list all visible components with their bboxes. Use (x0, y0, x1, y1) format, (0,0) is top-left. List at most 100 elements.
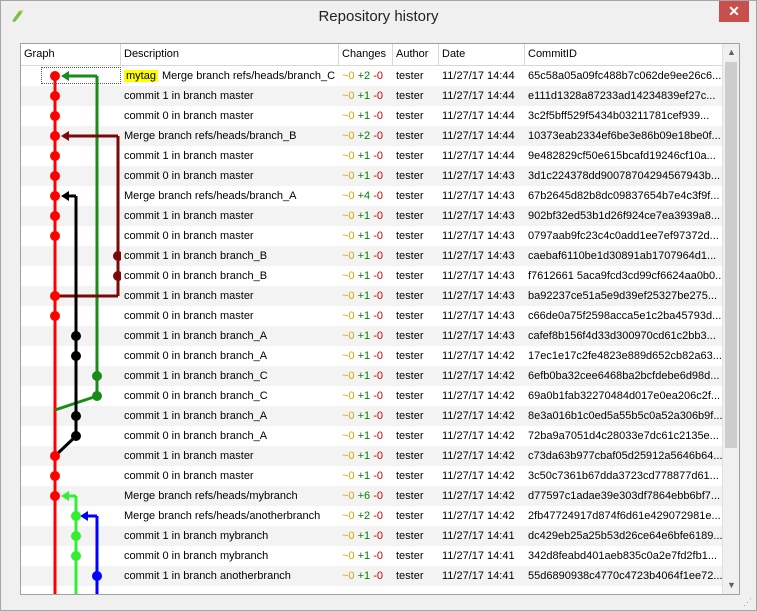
close-button[interactable]: ✕ (719, 1, 749, 22)
description-cell: commit 0 in branch master (121, 306, 339, 326)
table-row[interactable]: commit 0 in branch branch_A ~0 +1 -0 teste… (21, 346, 722, 366)
column-header-commitid[interactable]: CommitID (525, 44, 722, 65)
table-row[interactable]: commit 1 in branch master ~0 +1 -0 tester 1… (21, 146, 722, 166)
commit-node[interactable] (92, 391, 102, 401)
description-text: Merge branch refs/heads/anotherbranch (124, 510, 321, 522)
commit-id-cell: 9e482829cf50e615bcafd19246cf10a... (528, 150, 716, 162)
commit-node[interactable] (71, 551, 81, 561)
table-row[interactable]: commit 1 in branch anotherbranch ~0 +1 -0… (21, 566, 722, 586)
table-row[interactable]: commit 1 in branch branch_C ~0 +1 -0 teste… (21, 366, 722, 386)
column-header-description[interactable]: Description (121, 44, 339, 65)
commit-node[interactable] (71, 351, 81, 361)
table-row[interactable]: commit 0 in branch branch_A ~0 +1 -0 teste… (21, 426, 722, 446)
scroll-down-arrow-icon[interactable]: ▼ (723, 577, 739, 594)
added-count: +1 (357, 270, 371, 282)
description-cell: Merge branch refs/heads/mybranch (121, 486, 339, 506)
column-header-graph[interactable]: Graph (21, 44, 121, 65)
modified-count: ~0 (342, 190, 355, 202)
modified-count: ~0 (342, 490, 355, 502)
table-row[interactable]: commit 0 in branch master ~0 +1 -0 tester 1… (21, 466, 722, 486)
table-row[interactable]: Merge branch refs/heads/mybranch ~0 +6 -0… (21, 486, 722, 506)
window-title: Repository history (318, 8, 439, 25)
table-row[interactable]: commit 1 in branch master ~0 +1 -0 tester 1… (21, 206, 722, 226)
table-row[interactable]: commit 0 in branch branch_C ~0 +1 -0 teste… (21, 386, 722, 406)
table-row[interactable]: commit 1 in branch master ~0 +1 -0 tester 1… (21, 86, 722, 106)
changes-cell: ~0 +1 -0 (339, 266, 393, 286)
commit-node[interactable] (50, 471, 60, 481)
description-text: commit 1 in branch master (124, 90, 254, 102)
date-cell: 11/27/17 14:43 (442, 310, 515, 322)
table-row[interactable]: commit 0 in branch master ~0 +1 -0 tester 1… (21, 226, 722, 246)
date-cell: 11/27/17 14:42 (442, 430, 515, 442)
table-row[interactable]: Merge branch refs/heads/branch_B ~0 +2 -0… (21, 126, 722, 146)
table-row[interactable]: commit 1 in branch branch_A ~0 +1 -0 teste… (21, 326, 722, 346)
deleted-count: -0 (373, 270, 383, 282)
commit-id-cell: f7612661 5aca9fcd3cd99cf6624aa0b0... (528, 270, 722, 282)
deleted-count: -0 (373, 370, 383, 382)
commit-node[interactable] (71, 531, 81, 541)
changes-cell: ~0 +2 -0 (339, 506, 393, 526)
column-header-changes[interactable]: Changes (339, 44, 393, 65)
commit-node[interactable] (92, 371, 102, 381)
commit-node[interactable] (71, 411, 81, 421)
table-row[interactable]: commit 1 in branch branch_B ~0 +1 -0 teste… (21, 246, 722, 266)
table-row[interactable]: commit 0 in branch master ~0 +1 -0 tester 1… (21, 306, 722, 326)
commit-node[interactable] (50, 451, 60, 461)
date-cell: 11/27/17 14:43 (442, 270, 515, 282)
description-text: commit 0 in branch master (124, 470, 254, 482)
table-row[interactable]: Merge branch refs/heads/branch_A ~0 +4 -0… (21, 186, 722, 206)
author-cell: tester (396, 330, 424, 342)
commit-node[interactable] (50, 91, 60, 101)
table-row[interactable]: mytag Merge branch refs/heads/branch_C ~0 … (21, 66, 722, 86)
table-row[interactable]: commit 0 in branch master ~0 +1 -0 tester 1… (21, 166, 722, 186)
commit-node[interactable] (71, 511, 81, 521)
commit-node[interactable] (50, 151, 60, 161)
commit-node[interactable] (50, 291, 60, 301)
table-row[interactable]: commit 1 in branch mybranch ~0 +1 -0 teste… (21, 526, 722, 546)
commit-node[interactable] (71, 331, 81, 341)
resize-grip-icon[interactable]: ⋰ (743, 597, 753, 607)
author-cell: tester (396, 210, 424, 222)
commit-node[interactable] (50, 211, 60, 221)
column-header-author[interactable]: Author (393, 44, 439, 65)
commit-id-cell: 0797aab9fc23c4c0add1ee7ef97372d... (528, 230, 719, 242)
table-row[interactable]: commit 1 in branch master ~0 +1 -0 tester 1… (21, 286, 722, 306)
description-cell: commit 0 in branch master (121, 166, 339, 186)
table-row[interactable]: commit 0 in branch master ~0 +1 -0 tester 1… (21, 106, 722, 126)
table-row[interactable]: Merge branch refs/heads/anotherbranch ~0 … (21, 506, 722, 526)
commit-node[interactable] (113, 251, 121, 261)
commit-node[interactable] (50, 191, 60, 201)
column-header-date[interactable]: Date (439, 44, 525, 65)
table-row[interactable]: commit 0 in branch branch_B ~0 +1 -0 teste… (21, 266, 722, 286)
commit-node[interactable] (92, 571, 102, 581)
commit-node[interactable] (113, 271, 121, 281)
vertical-scrollbar[interactable]: ▲ ▼ (722, 44, 739, 594)
author-cell: tester (396, 290, 424, 302)
commit-node[interactable] (50, 491, 60, 501)
description-cell: commit 0 in branch master (121, 466, 339, 486)
changes-cell: ~0 +1 -0 (339, 86, 393, 106)
changes-cell: ~0 +1 -0 (339, 406, 393, 426)
table-row[interactable]: commit 1 in branch branch_A ~0 +1 -0 teste… (21, 406, 722, 426)
commit-node[interactable] (50, 311, 60, 321)
description-cell: commit 1 in branch branch_A (121, 326, 339, 346)
author-cell: tester (396, 430, 424, 442)
commit-node[interactable] (50, 231, 60, 241)
description-text: commit 1 in branch master (124, 290, 254, 302)
commit-node[interactable] (50, 131, 60, 141)
scroll-up-arrow-icon[interactable]: ▲ (723, 44, 739, 61)
commit-node[interactable] (50, 111, 60, 121)
table-row[interactable]: commit 1 in branch master ~0 +1 -0 tester 1… (21, 446, 722, 466)
added-count: +1 (357, 390, 371, 402)
changes-cell: ~0 +1 -0 (339, 546, 393, 566)
scrollbar-thumb[interactable] (725, 62, 737, 448)
table-row[interactable]: commit 0 in branch mybranch ~0 +1 -0 teste… (21, 546, 722, 566)
description-text: commit 1 in branch anotherbranch (124, 570, 291, 582)
modified-count: ~0 (342, 510, 355, 522)
commit-node[interactable] (71, 431, 81, 441)
commit-id-cell: 67b2645d82b8dc09837654b7e4c3f9f... (528, 190, 720, 202)
commit-id-cell: 69a0b1fab32270484d017e0ea206c2f... (528, 390, 721, 402)
description-text: commit 1 in branch master (124, 210, 254, 222)
added-count: +1 (357, 570, 371, 582)
commit-node[interactable] (50, 171, 60, 181)
